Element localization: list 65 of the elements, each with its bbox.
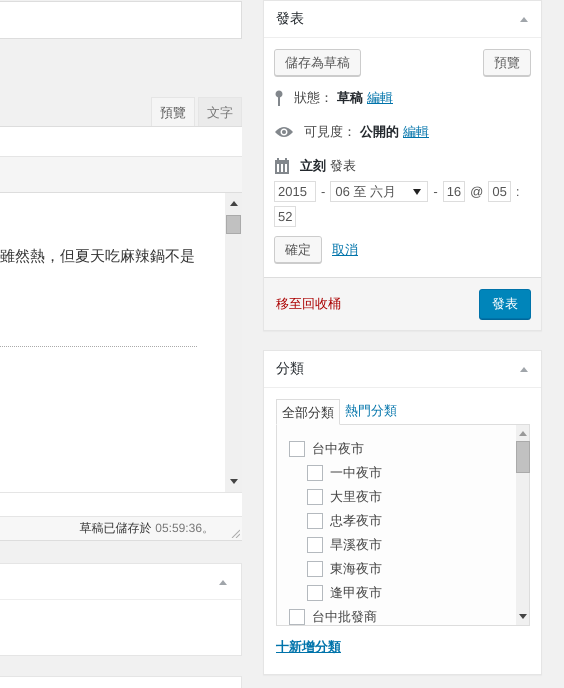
category-label: 東海夜市 bbox=[330, 560, 382, 578]
category-label: 忠孝夜市 bbox=[330, 512, 382, 530]
scroll-thumb[interactable] bbox=[516, 441, 530, 473]
checkbox[interactable] bbox=[307, 465, 323, 481]
ok-button[interactable]: 確定 bbox=[274, 236, 322, 263]
panel-title: 分類 bbox=[276, 360, 304, 378]
date-field[interactable]: 16 bbox=[442, 181, 466, 202]
scroll-down-icon[interactable] bbox=[518, 614, 528, 620]
checkbox[interactable] bbox=[307, 585, 323, 601]
add-category-link[interactable]: 十新增分類 bbox=[276, 638, 341, 656]
panel-title: 發表 bbox=[276, 10, 304, 28]
checkbox[interactable] bbox=[307, 561, 323, 577]
save-time: 05:59:36。 bbox=[155, 520, 214, 537]
checkbox[interactable] bbox=[289, 441, 305, 457]
category-label: 大里夜市 bbox=[330, 488, 382, 506]
visibility-label: 可見度： bbox=[304, 123, 356, 141]
checkbox[interactable] bbox=[307, 537, 323, 553]
checkbox[interactable] bbox=[289, 609, 305, 625]
month-select[interactable]: 06 至 六月 bbox=[330, 181, 428, 202]
eye-icon bbox=[274, 126, 294, 138]
scroll-thumb[interactable] bbox=[226, 215, 241, 234]
category-label: 台中夜市 bbox=[312, 440, 364, 458]
checkbox[interactable] bbox=[307, 489, 323, 505]
category-label: 台中批發商 bbox=[312, 608, 377, 625]
category-tab[interactable]: 熱門分類 bbox=[340, 398, 402, 424]
resize-grip-icon[interactable] bbox=[230, 528, 240, 538]
status-label: 狀態： bbox=[294, 89, 333, 107]
date-field[interactable]: 2015 bbox=[274, 181, 316, 202]
edit-link[interactable]: 編輯 bbox=[367, 89, 393, 107]
date-separator: - bbox=[321, 184, 326, 199]
publish-button[interactable]: 發表 bbox=[479, 289, 531, 319]
category-tab[interactable]: 全部分類 bbox=[276, 399, 340, 425]
visibility-value: 公開的 bbox=[360, 123, 399, 141]
schedule-value: 立刻 bbox=[300, 157, 326, 175]
title-field[interactable] bbox=[0, 1, 242, 39]
collapse-icon[interactable] bbox=[218, 578, 228, 584]
edit-link[interactable]: 編輯 bbox=[403, 123, 429, 141]
category-label: 逢甲夜市 bbox=[330, 584, 382, 602]
pin-icon bbox=[274, 90, 284, 106]
category-label: 旱溪夜市 bbox=[330, 536, 382, 554]
save-draft-button[interactable]: 儲存為草稿 bbox=[274, 49, 361, 76]
date-separator: @ bbox=[470, 184, 484, 199]
scroll-up-icon[interactable] bbox=[228, 200, 238, 206]
date-field[interactable]: 05 bbox=[488, 181, 511, 202]
caret-icon[interactable] bbox=[413, 188, 422, 194]
save-status: 草稿已儲存於 bbox=[79, 520, 152, 537]
schedule-label: 發表 bbox=[330, 157, 356, 175]
date-field[interactable]: 52 bbox=[274, 206, 296, 227]
trash-link[interactable]: 移至回收桶 bbox=[276, 295, 341, 313]
cancel-link[interactable]: 取消 bbox=[332, 240, 358, 258]
category-label: 一中夜市 bbox=[330, 464, 382, 482]
calendar-icon bbox=[274, 158, 290, 174]
editor-tab[interactable]: 文字 bbox=[198, 97, 242, 126]
date-separator: - bbox=[433, 184, 438, 199]
date-separator: : bbox=[516, 184, 520, 199]
scroll-down-icon[interactable] bbox=[228, 479, 238, 485]
editor-tab[interactable]: 預覽 bbox=[151, 97, 195, 126]
preview-button[interactable]: 預覽 bbox=[483, 49, 531, 76]
collapse-icon[interactable] bbox=[519, 366, 529, 372]
paragraph-text: 雖然熱，但夏天吃麻辣鍋不是 bbox=[0, 247, 195, 267]
checkbox[interactable] bbox=[307, 513, 323, 529]
collapse-icon[interactable] bbox=[519, 16, 529, 22]
status-value: 草稿 bbox=[337, 89, 363, 107]
scrollbar[interactable] bbox=[225, 193, 242, 492]
scrollbar[interactable] bbox=[516, 425, 529, 625]
